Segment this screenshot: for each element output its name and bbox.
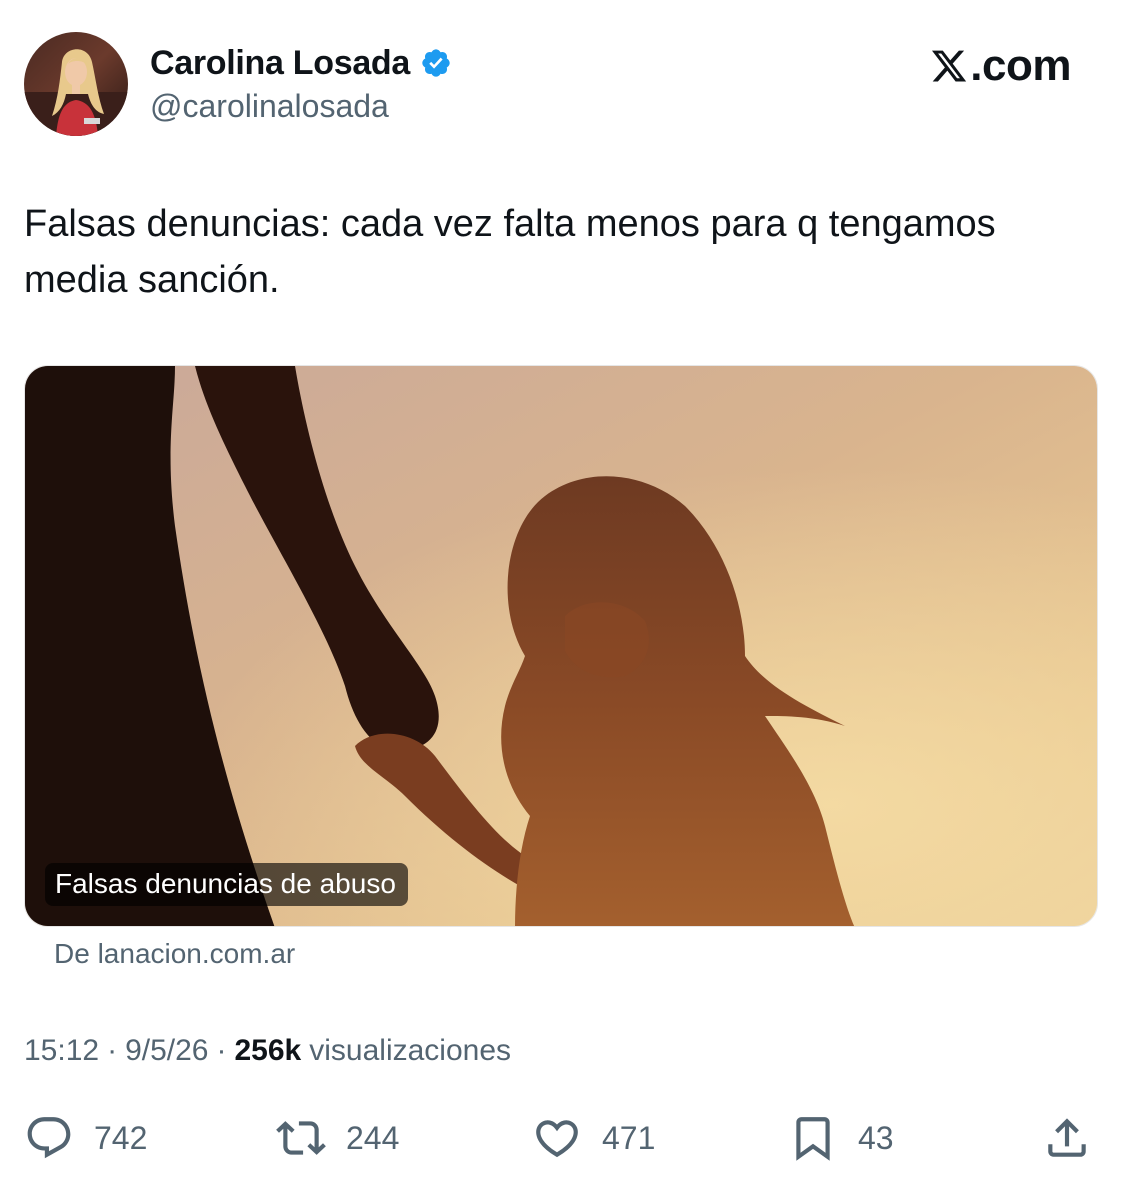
bookmark-button[interactable]: 43 [788, 1105, 894, 1171]
card-image [25, 366, 1097, 926]
reply-button[interactable]: 742 [24, 1105, 147, 1171]
x-logo-icon [932, 50, 967, 82]
link-card[interactable]: Falsas denuncias de abuso [24, 365, 1098, 927]
bookmark-icon [796, 1117, 830, 1161]
share-icon [1048, 1118, 1086, 1157]
tweet-time[interactable]: 15:12 [24, 1034, 99, 1068]
views-label: visualizaciones [309, 1034, 512, 1067]
avatar-image [24, 32, 128, 136]
name-row: Carolina Losada [150, 42, 452, 84]
heart-icon [536, 1120, 578, 1158]
card-caption: Falsas denuncias de abuso [45, 863, 408, 906]
action-bar: 742 244 471 43 [0, 1105, 1121, 1175]
brand-logo: .com [930, 41, 1071, 90]
tweet-header: Carolina Losada @carolinalosada .com [0, 0, 1121, 150]
like-button[interactable]: 471 [532, 1105, 655, 1171]
share-button[interactable] [1042, 1105, 1092, 1171]
meta-separator: · [216, 1034, 227, 1067]
avatar[interactable] [24, 32, 128, 136]
repost-button[interactable]: 244 [276, 1105, 399, 1171]
like-count: 471 [602, 1119, 656, 1156]
reply-count: 742 [94, 1119, 148, 1156]
verified-badge-icon[interactable] [420, 47, 452, 79]
author-handle[interactable]: @carolinalosada [150, 88, 389, 125]
display-name[interactable]: Carolina Losada [150, 44, 410, 83]
brand-label: .com [970, 41, 1071, 90]
repost-count: 244 [346, 1119, 400, 1156]
tweet-date[interactable]: 9/5/26 [125, 1034, 208, 1068]
tweet-text: Falsas denuncias: cada vez falta menos p… [24, 203, 996, 301]
bookmark-count: 43 [858, 1119, 894, 1156]
views-count: 256k [234, 1034, 302, 1067]
repost-icon [276, 1121, 326, 1155]
meta-separator: · [107, 1034, 118, 1067]
tweet-meta: 15:12 · 9/5/26 · 256k visualizaciones [24, 1034, 511, 1068]
reply-icon [27, 1117, 71, 1159]
card-source[interactable]: De lanacion.com.ar [54, 938, 295, 970]
